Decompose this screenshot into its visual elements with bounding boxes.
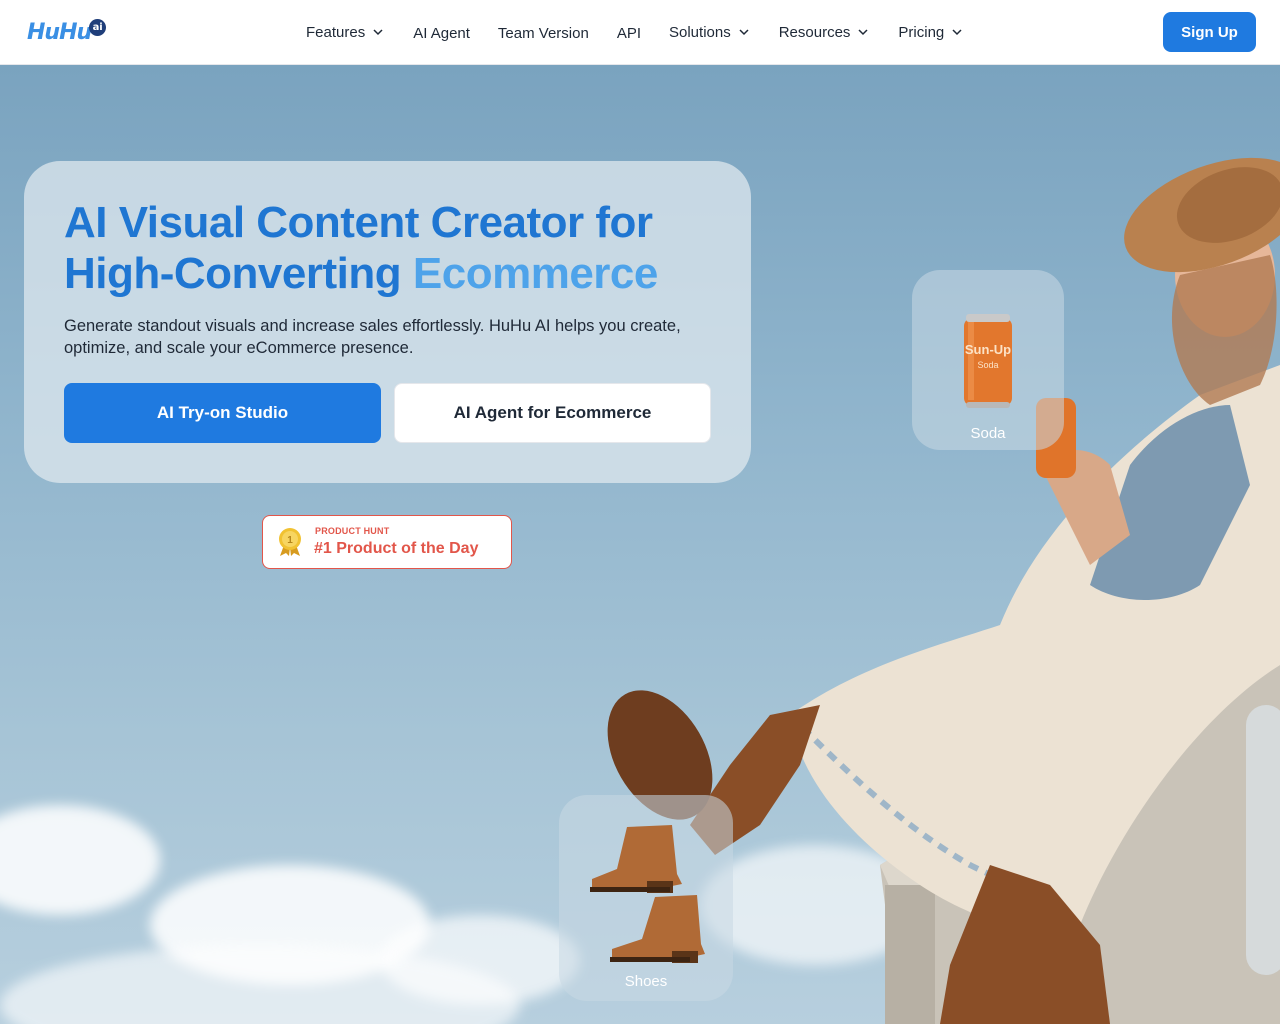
nav-resources-label: Resources [778,23,851,41]
can-brand-text: Sun-Up [965,342,1011,357]
main-nav: Features AI Agent Team Version API Solut… [300,0,962,64]
logo-ai-badge: ai [89,19,107,36]
nav-team-version[interactable]: Team Version [498,25,589,42]
can-subtext: Soda [977,360,998,370]
hero-section: AI Visual Content Creator for High-Conve… [0,65,1280,1024]
medal-icon: 1 [279,528,301,556]
nav-solutions-label: Solutions [669,23,731,41]
product-of-day-label: #1 Product of the Day [314,540,479,557]
product-label-soda: Soda [970,425,1006,442]
product-hunt-label: PRODUCT HUNT [315,526,390,536]
hero-title-line2a: High-Converting [64,249,402,298]
nav-ai-agent-label: AI Agent [413,25,470,42]
product-card-shoes[interactable]: Shoes [559,795,733,1001]
nav-api-label: API [616,25,641,42]
site-header: HuHu ai Features AI Agent Team Version A… [0,0,1280,65]
nav-features[interactable]: Features [306,24,383,41]
chevron-down-icon [952,29,962,36]
chevron-down-icon [739,29,749,36]
nav-resources[interactable]: Resources [779,24,869,41]
chevron-down-icon [858,29,868,36]
nav-solutions[interactable]: Solutions [669,24,749,41]
ai-try-on-studio-button[interactable]: AI Try-on Studio [64,383,381,443]
sign-up-button[interactable]: Sign Up [1163,12,1256,52]
nav-team-version-label: Team Version [497,25,589,42]
nav-api[interactable]: API [617,25,641,42]
nav-pricing[interactable]: Pricing [898,24,962,41]
nav-ai-agent[interactable]: AI Agent [413,25,470,42]
product-hunt-badge[interactable]: 1 PRODUCT HUNT #1 Product of the Day [262,515,512,569]
hero-card: AI Visual Content Creator for High-Conve… [24,161,751,483]
soda-can-image: Sun-Up Soda [964,314,1012,408]
nav-pricing-label: Pricing [898,23,945,41]
nav-features-label: Features [306,23,366,41]
chevron-down-icon [373,29,383,36]
logo-text: HuHu [27,20,92,45]
hero-title-line1: AI Visual Content Creator for [64,198,653,247]
shoes-image [590,825,705,963]
hero-title-line2b: Ecommerce [412,249,658,298]
ai-agent-ecommerce-button[interactable]: AI Agent for Ecommerce [394,383,711,443]
medal-number: 1 [287,535,293,546]
huhu-logo[interactable]: HuHu ai [27,18,107,48]
hero-description: Generate standout visuals and increase s… [64,317,681,357]
hero-title: AI Visual Content Creator for High-Conve… [64,197,724,299]
product-label-shoes: Shoes [624,973,668,990]
product-card-soda[interactable]: Sun-Up Soda Soda [912,270,1064,450]
